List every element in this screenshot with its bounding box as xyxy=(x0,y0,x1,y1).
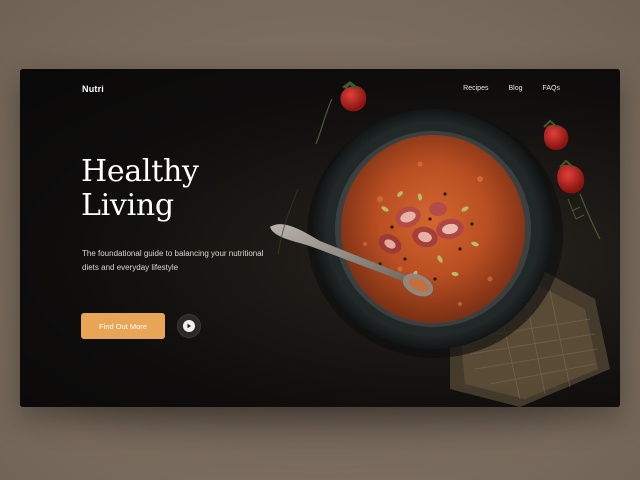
soup-bowl-image xyxy=(270,81,610,407)
soup xyxy=(341,135,525,323)
play-icon xyxy=(183,320,195,332)
landing-card: Nutri Recipes Blog FAQs Healthy Living T… xyxy=(20,69,620,407)
nav-item-blog[interactable]: Blog xyxy=(508,85,522,92)
find-out-more-button[interactable]: Find Out More xyxy=(81,313,165,339)
hero-title: Healthy Living xyxy=(81,155,199,223)
hero-subtitle: The foundational guide to balancing your… xyxy=(82,249,264,272)
top-nav: Recipes Blog FAQs xyxy=(463,85,560,92)
nav-item-faqs[interactable]: FAQs xyxy=(542,85,560,92)
brand-logo[interactable]: Nutri xyxy=(82,84,104,94)
page-backdrop: Nutri Recipes Blog FAQs Healthy Living T… xyxy=(0,0,640,480)
hero-title-line-2: Living xyxy=(81,188,174,223)
nav-item-recipes[interactable]: Recipes xyxy=(463,85,488,92)
hero-title-line-1: Healthy xyxy=(81,154,199,189)
play-button[interactable] xyxy=(177,314,201,338)
